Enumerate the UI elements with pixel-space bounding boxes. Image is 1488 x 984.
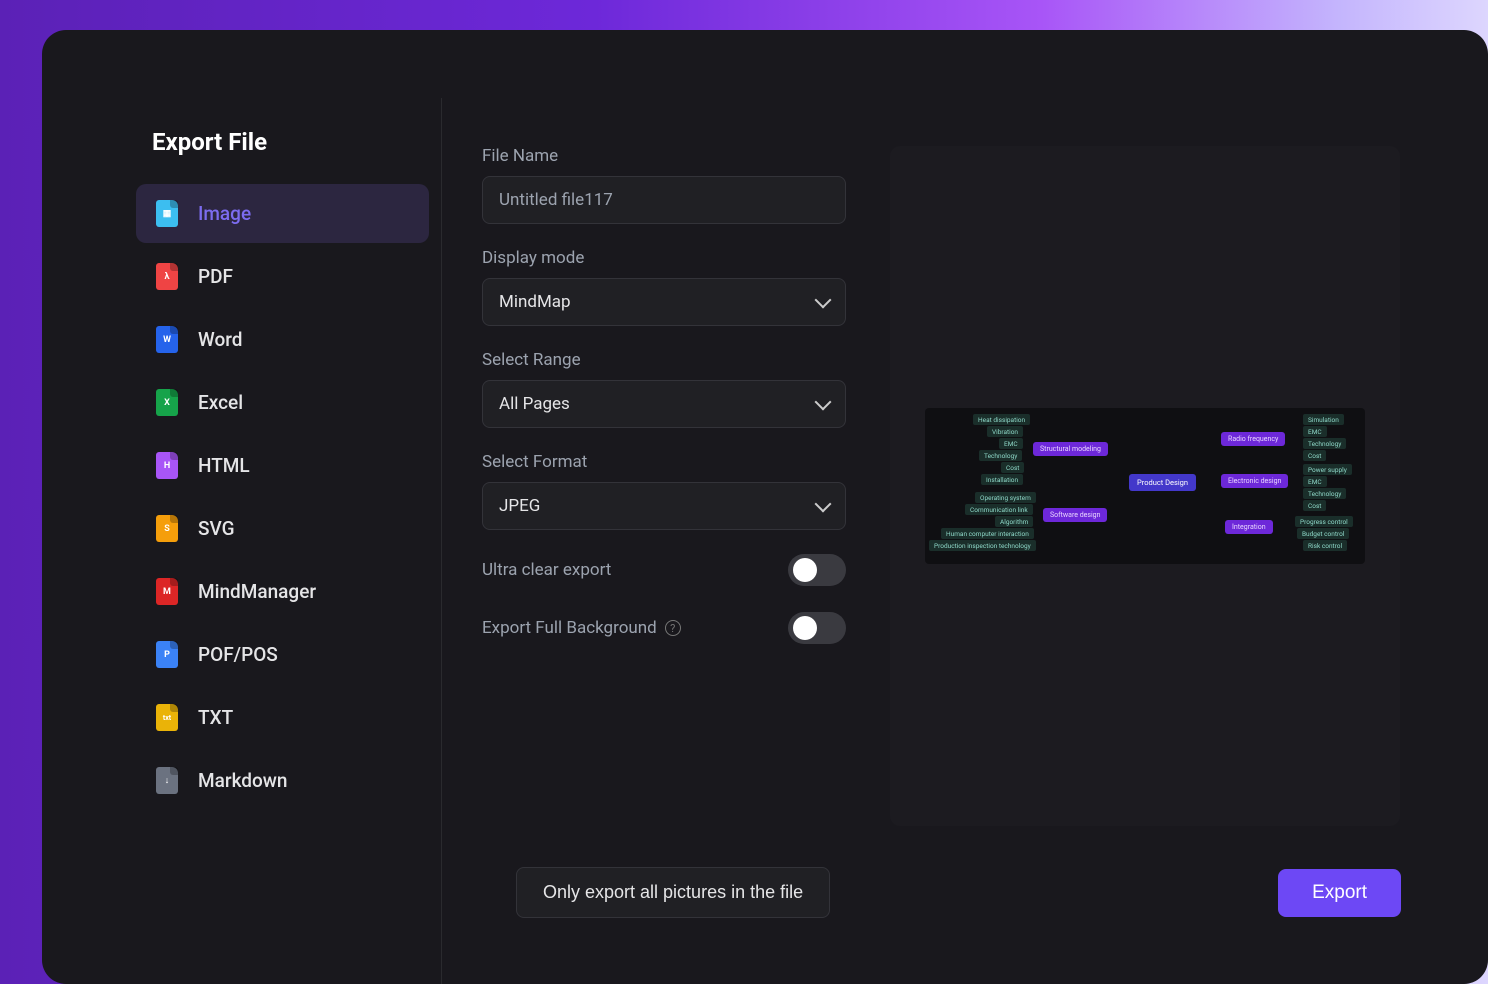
mm-leaf: EMC xyxy=(999,438,1023,449)
display-mode-select[interactable]: MindMap xyxy=(482,278,846,326)
sidebar-item-txt[interactable]: txt TXT xyxy=(136,688,429,747)
export-pictures-only-button[interactable]: Only export all pictures in the file xyxy=(516,867,830,918)
export-preview: Product Design Structural modeling Softw… xyxy=(890,146,1400,826)
filename-input[interactable]: Untitled file117 xyxy=(482,176,846,224)
full-bg-label: Export Full Background ? xyxy=(482,618,681,638)
mm-leaf: Power supply xyxy=(1303,464,1352,475)
mm-leaf: Communication link xyxy=(965,504,1033,515)
chevron-down-icon xyxy=(815,496,832,513)
sidebar-item-markdown[interactable]: ↓ Markdown xyxy=(136,751,429,810)
mm-branch: Radio frequency xyxy=(1221,432,1285,446)
format-label: Select Format xyxy=(482,452,846,472)
sidebar-item-label: PDF xyxy=(198,265,233,288)
sidebar-item-mindmanager[interactable]: M MindManager xyxy=(136,562,429,621)
filename-label: File Name xyxy=(482,146,846,166)
full-bg-toggle[interactable] xyxy=(788,612,846,644)
range-label: Select Range xyxy=(482,350,846,370)
mm-leaf: EMC xyxy=(1303,476,1327,487)
sidebar-item-label: SVG xyxy=(198,517,235,540)
pof-file-icon: P xyxy=(156,641,178,668)
sidebar-item-label: Image xyxy=(198,202,251,225)
format-select[interactable]: JPEG xyxy=(482,482,846,530)
mm-leaf: Cost xyxy=(1001,462,1024,473)
mm-branch: Structural modeling xyxy=(1033,442,1108,456)
display-mode-label: Display mode xyxy=(482,248,846,268)
display-mode-value: MindMap xyxy=(499,292,571,312)
export-dialog: Export File ▦ Image λ PDF W Word X Excel… xyxy=(42,30,1488,984)
toggle-knob xyxy=(793,616,817,640)
range-value: All Pages xyxy=(499,394,570,414)
mm-leaf: EMC xyxy=(1303,426,1327,437)
mm-root: Product Design xyxy=(1129,474,1196,491)
export-form: File Name Untitled file117 Display mode … xyxy=(482,146,846,984)
sidebar-item-pdf[interactable]: λ PDF xyxy=(136,247,429,306)
mm-leaf: Operating system xyxy=(975,492,1036,503)
sidebar-item-label: Markdown xyxy=(198,769,287,792)
mm-branch: Software design xyxy=(1043,508,1107,522)
mm-leaf: Heat dissipation xyxy=(973,414,1030,425)
mm-leaf: Production inspection technology xyxy=(929,540,1036,551)
sidebar-item-label: MindManager xyxy=(198,580,316,603)
sidebar-item-excel[interactable]: X Excel xyxy=(136,373,429,432)
help-icon[interactable]: ? xyxy=(665,620,681,636)
mm-branch: Electronic design xyxy=(1221,474,1288,488)
mm-leaf: Simulation xyxy=(1303,414,1344,425)
ultra-clear-label: Ultra clear export xyxy=(482,560,611,580)
mm-branch: Integration xyxy=(1225,520,1273,534)
dialog-title: Export File xyxy=(152,128,441,156)
export-button[interactable]: Export xyxy=(1278,869,1401,917)
excel-file-icon: X xyxy=(156,389,178,416)
mm-leaf: Technology xyxy=(1303,488,1346,499)
mm-leaf: Installation xyxy=(981,474,1023,485)
mm-leaf: Vibration xyxy=(987,426,1023,437)
export-sidebar: Export File ▦ Image λ PDF W Word X Excel… xyxy=(132,98,442,984)
toggle-knob xyxy=(793,558,817,582)
dialog-footer: Only export all pictures in the file Exp… xyxy=(516,867,1401,918)
sidebar-item-label: Excel xyxy=(198,391,243,414)
mm-leaf: Algorithm xyxy=(995,516,1033,527)
sidebar-item-label: TXT xyxy=(198,706,233,729)
format-value: JPEG xyxy=(499,496,540,516)
sidebar-item-label: Word xyxy=(198,328,242,351)
svg-file-icon: S xyxy=(156,515,178,542)
mm-leaf: Technology xyxy=(979,450,1022,461)
mindmanager-file-icon: M xyxy=(156,578,178,605)
mm-leaf: Risk control xyxy=(1303,540,1347,551)
sidebar-item-svg[interactable]: S SVG xyxy=(136,499,429,558)
sidebar-item-pofpos[interactable]: P POF/POS xyxy=(136,625,429,684)
mm-leaf: Cost xyxy=(1303,450,1326,461)
pdf-file-icon: λ xyxy=(156,263,178,290)
word-file-icon: W xyxy=(156,326,178,353)
mindmap-preview: Product Design Structural modeling Softw… xyxy=(925,408,1365,564)
image-file-icon: ▦ xyxy=(156,200,178,227)
mm-leaf: Technology xyxy=(1303,438,1346,449)
markdown-file-icon: ↓ xyxy=(156,767,178,794)
mm-leaf: Budget control xyxy=(1297,528,1349,539)
mm-leaf: Progress control xyxy=(1295,516,1353,527)
ultra-clear-toggle[interactable] xyxy=(788,554,846,586)
mm-leaf: Cost xyxy=(1303,500,1326,511)
chevron-down-icon xyxy=(815,394,832,411)
sidebar-item-label: HTML xyxy=(198,454,250,477)
mm-leaf: Human computer interaction xyxy=(941,528,1034,539)
range-select[interactable]: All Pages xyxy=(482,380,846,428)
filename-value: Untitled file117 xyxy=(499,190,613,210)
chevron-down-icon xyxy=(815,292,832,309)
sidebar-item-label: POF/POS xyxy=(198,643,278,666)
sidebar-item-image[interactable]: ▦ Image xyxy=(136,184,429,243)
html-file-icon: H xyxy=(156,452,178,479)
sidebar-item-html[interactable]: H HTML xyxy=(136,436,429,495)
txt-file-icon: txt xyxy=(156,704,178,731)
sidebar-item-word[interactable]: W Word xyxy=(136,310,429,369)
export-main: File Name Untitled file117 Display mode … xyxy=(442,98,1488,984)
